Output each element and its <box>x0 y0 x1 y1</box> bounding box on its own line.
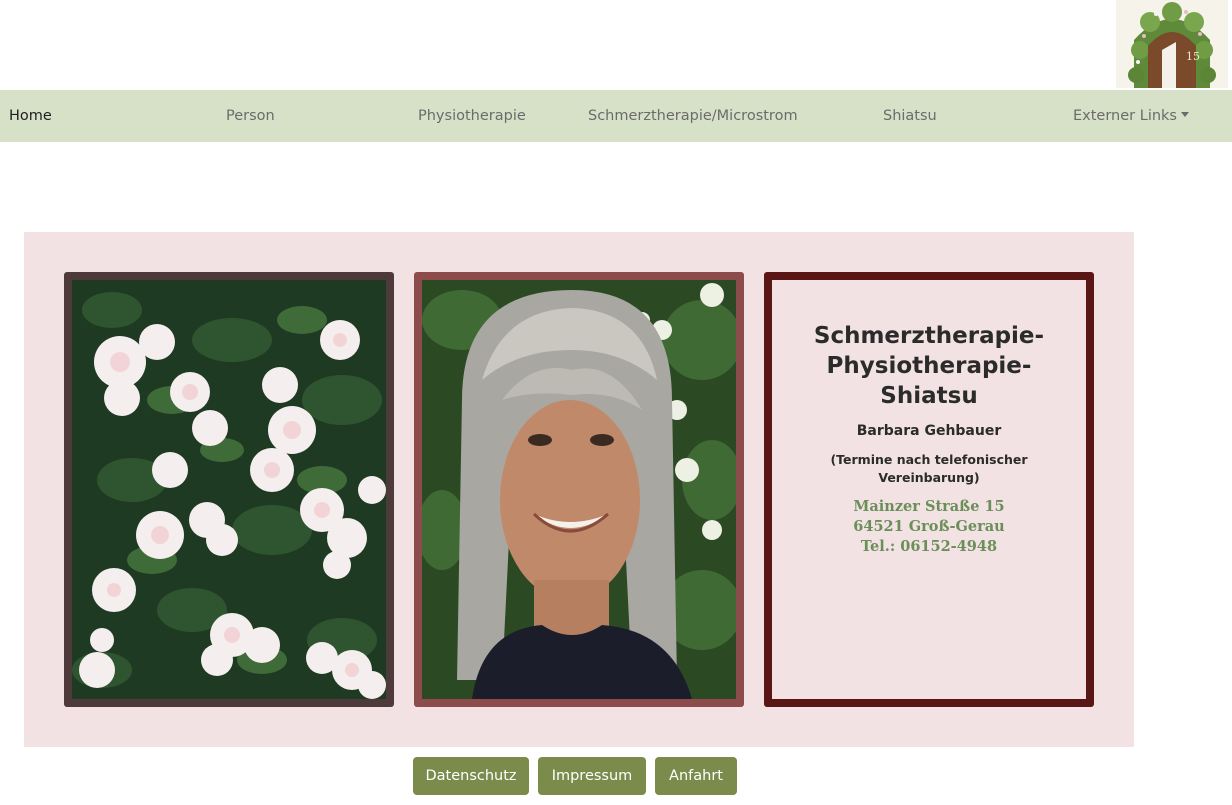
roses-photo-frame <box>64 272 394 707</box>
title-line-3: Shiatsu <box>880 383 978 409</box>
title-line-2: Physiotherapie- <box>826 353 1032 379</box>
impressum-button[interactable]: Impressum <box>538 757 646 795</box>
contact-info-card: Schmerztherapie- Physiotherapie- Shiatsu… <box>764 272 1094 707</box>
site-logo[interactable]: 15 <box>1116 0 1228 88</box>
contact-info-inner: Schmerztherapie- Physiotherapie- Shiatsu… <box>772 280 1086 699</box>
practice-title: Schmerztherapie- Physiotherapie- Shiatsu <box>772 321 1086 411</box>
nav-shiatsu[interactable]: Shiatsu <box>883 90 937 142</box>
nav-schmerztherapie[interactable]: Schmerztherapie/Microstrom <box>588 90 798 142</box>
owner-name: Barbara Gehbauer <box>856 423 1002 439</box>
address-street: Mainzer Straße 15 <box>853 498 1005 515</box>
nav-externer-links-dropdown[interactable]: Externer Links <box>1073 90 1189 142</box>
address-phone: Tel.: 06152-4948 <box>860 538 998 555</box>
nav-externer-links-label: Externer Links <box>1073 108 1177 124</box>
datenschutz-button[interactable]: Datenschutz <box>413 757 529 795</box>
caret-down-icon <box>1181 111 1189 117</box>
hero-panel: Schmerztherapie- Physiotherapie- Shiatsu… <box>24 232 1134 747</box>
roses-photo-image <box>72 280 386 699</box>
portrait-photo-frame <box>414 272 744 707</box>
appointment-note: (Termine nach telefonischer Vereinbarung… <box>830 452 1028 485</box>
main-navbar: Home Person Physiotherapie Schmerztherap… <box>0 90 1232 142</box>
portrait-photo-image <box>422 280 736 699</box>
title-line-1: Schmerztherapie- <box>813 323 1045 349</box>
nav-home[interactable]: Home <box>9 90 52 142</box>
address-city: 64521 Groß-Gerau <box>853 518 1005 535</box>
nav-person[interactable]: Person <box>226 90 275 142</box>
logo-house-number: 15 <box>1186 50 1200 63</box>
nav-physiotherapie[interactable]: Physiotherapie <box>418 90 526 142</box>
anfahrt-button[interactable]: Anfahrt <box>655 757 737 795</box>
garden-door-logo-icon: 15 <box>1128 2 1216 88</box>
address-block: Mainzer Straße 15 64521 Groß-Gerau Tel.:… <box>772 497 1086 557</box>
